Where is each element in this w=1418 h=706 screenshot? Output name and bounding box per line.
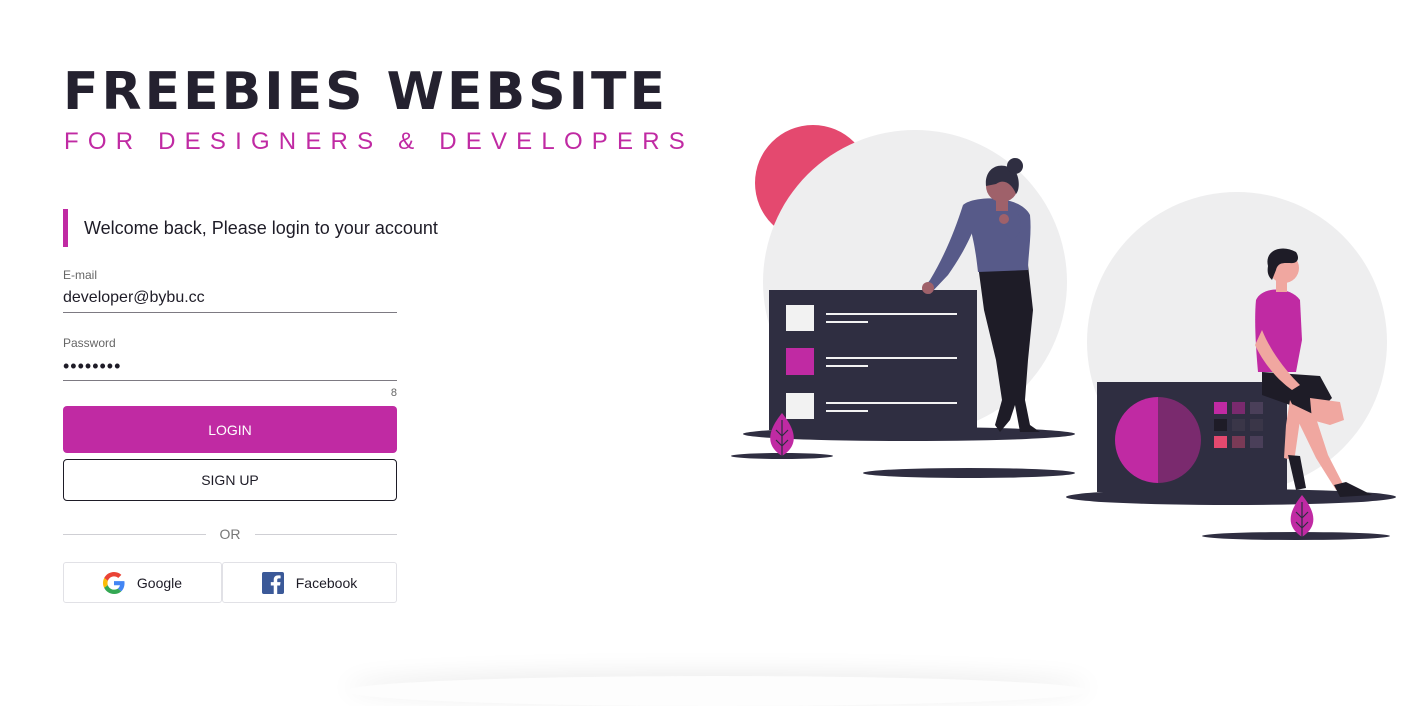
divider-line-right [254,533,397,535]
email-input[interactable] [63,287,397,309]
login-button[interactable]: LOGIN [63,406,397,453]
google-label: Google [136,574,183,591]
facebook-login-button[interactable]: Facebook [222,562,397,603]
checkbox-icon [786,348,814,375]
divider-or-text: OR [219,526,241,542]
or-divider: OR [63,524,397,544]
bottom-shadow [345,676,1090,706]
divider-line-left [63,533,206,535]
floor-shadow [863,468,1075,478]
checkbox-icon [786,305,814,331]
email-field: E-mail [63,268,397,313]
password-char-count: 8 [390,387,397,399]
password-input[interactable] [63,355,397,377]
brand-subtitle: FOR DESIGNERS & DEVELOPERS [64,128,694,155]
password-label: Password [63,336,116,350]
email-label: E-mail [63,268,98,282]
password-field: Password [63,336,397,381]
signup-button[interactable]: SIGN UP [63,459,397,501]
checkbox-icon [786,393,814,419]
floor-shadow [1202,532,1390,540]
people-dashboard-illustration [731,125,1396,540]
brand-title: FREEBIES WEBSITE [63,62,668,122]
tile-grid [1214,402,1263,448]
google-login-button[interactable]: Google [63,562,222,603]
welcome-message: Welcome back, Please login to your accou… [63,209,438,247]
google-icon [102,571,125,594]
facebook-label: Facebook [295,574,358,591]
facebook-icon [261,571,284,594]
